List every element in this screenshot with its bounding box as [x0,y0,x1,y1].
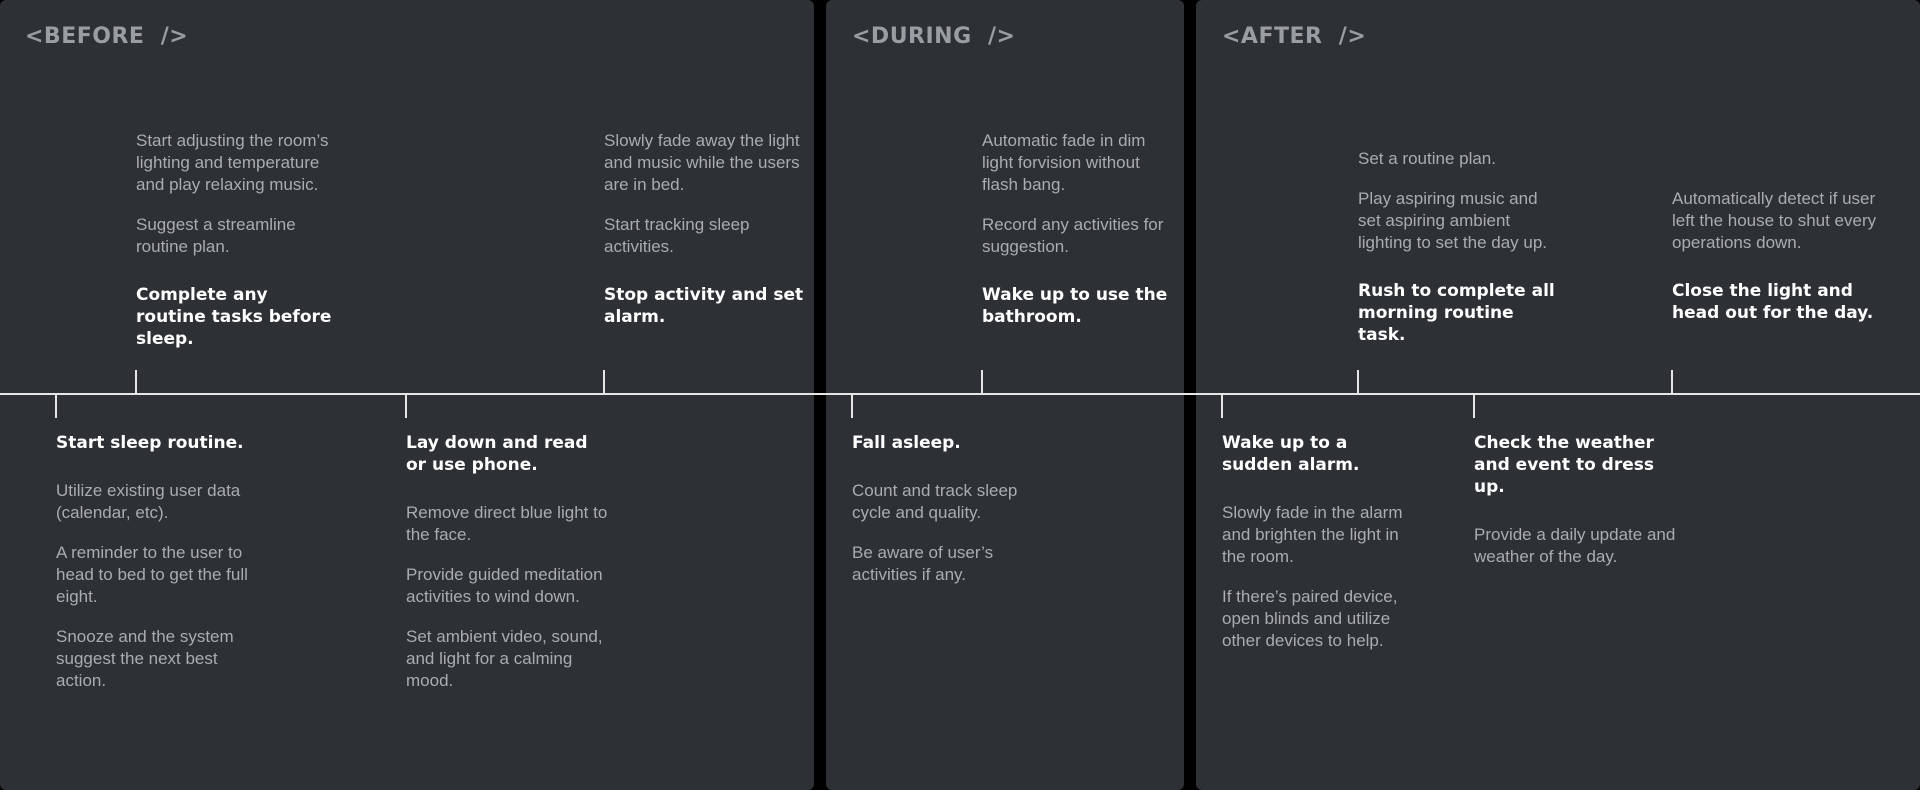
tick-above [603,370,605,394]
step-below-3: Fall asleep. Count and track sleep cycle… [852,432,1047,586]
step-title: Check the weather and event to dress up. [1474,433,1654,497]
step-detail: If there’s paired device, open blinds an… [1222,587,1398,650]
step-detail: Remove direct blue light to the face. [406,503,608,544]
step-above-5: Automatically detect if user left the ho… [1672,188,1887,324]
step-title: Rush to complete all morning routine tas… [1358,281,1555,345]
step-detail: Provide a daily update and weather of th… [1474,525,1676,566]
step-detail: A reminder to the user to head to bed to… [56,543,248,606]
step-title: Close the light and head out for the day… [1672,281,1874,323]
tick-above [1671,370,1673,394]
step-title: Wake up to a sudden alarm. [1222,433,1360,475]
step-title: Stop activity and set alarm. [604,285,804,327]
step-detail: Suggest a streamline routine plan. [136,215,296,256]
step-detail: Set a routine plan. [1358,149,1496,168]
tick-below [1221,394,1223,418]
step-detail: Play aspiring music and set aspiring amb… [1358,189,1548,252]
step-above-1: Start adjusting the room’s lighting and … [136,130,341,350]
timeline-line [0,393,1920,395]
step-above-3: Automatic fade in dim light forvision wi… [982,130,1177,328]
phase-title-during: <DURING /> [852,24,1016,49]
step-detail: Start adjusting the room’s lighting and … [136,131,329,194]
step-detail: Automatically detect if user left the ho… [1672,189,1877,252]
phase-title-after: <AFTER /> [1222,24,1367,49]
tick-above [981,370,983,394]
step-detail: Provide guided meditation activities to … [406,565,603,606]
step-detail: Utilize existing user data (calendar, et… [56,481,241,522]
step-detail: Start tracking sleep activities. [604,215,750,256]
step-detail: Record any activities for suggestion. [982,215,1164,256]
step-title: Fall asleep. [852,433,961,453]
tick-below [1473,394,1475,418]
step-above-4: Set a routine plan. Play aspiring music … [1358,148,1563,346]
step-detail: Set ambient video, sound, and light for … [406,627,603,690]
step-below-1: Start sleep routine. Utilize existing us… [56,432,256,692]
step-above-2: Slowly fade away the light and music whi… [604,130,804,328]
phase-panel-during: <DURING /> [826,0,1184,790]
step-below-4: Wake up to a sudden alarm. Slowly fade i… [1222,432,1422,652]
phase-panel-after: <AFTER /> [1196,0,1920,790]
step-detail: Snooze and the system suggest the next b… [56,627,234,690]
tick-above [135,370,137,394]
step-detail: Automatic fade in dim light forvision wi… [982,131,1146,194]
tick-below [851,394,853,418]
step-below-5: Check the weather and event to dress up.… [1474,432,1684,568]
phase-title-before: <BEFORE /> [25,24,189,49]
step-detail: Slowly fade away the light and music whi… [604,131,800,194]
tick-below [405,394,407,418]
step-title: Lay down and read or use phone. [406,433,588,475]
step-title: Start sleep routine. [56,433,244,453]
step-title: Complete any routine tasks before sleep. [136,285,332,349]
step-detail: Be aware of user’s activities if any. [852,543,994,584]
step-detail: Count and track sleep cycle and quality. [852,481,1018,522]
step-detail: Slowly fade in the alarm and brighten th… [1222,503,1403,566]
step-title: Wake up to use the bathroom. [982,285,1168,327]
tick-above [1357,370,1359,394]
step-below-2: Lay down and read or use phone. Remove d… [406,432,611,692]
tick-below [55,394,57,418]
